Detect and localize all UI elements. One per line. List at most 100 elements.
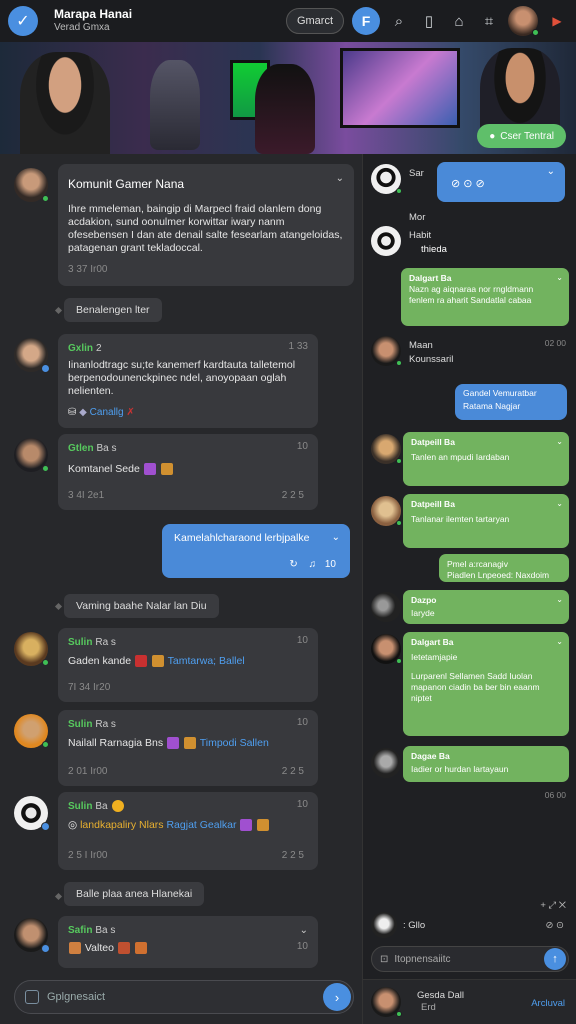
mention-link[interactable]: Tamtarwa; Ballel [168,655,245,667]
avatar[interactable] [371,592,401,622]
side-item-name: Sar [409,168,424,179]
timestamp-top: 10 [296,717,308,728]
send-button[interactable]: › [323,983,351,1011]
mention-link[interactable]: Timpodi Sallen [200,737,269,749]
online-status-icon [532,29,539,36]
avatar[interactable] [371,434,402,464]
avatar[interactable] [371,748,401,778]
avatar[interactable] [371,164,402,194]
side-blue-bubble[interactable]: ⊘ ⊙ ⊘ ⌄ [437,162,565,202]
message-bubble[interactable]: Gtlen Ba s Komtanel Sede 3 4I 2e1 2 2 5 … [58,434,318,510]
side-item-text: Kounssaril [409,354,454,365]
bubble-title: Dagae Ba [411,751,450,761]
side-green-bubble[interactable]: Dazpo Iaryde ⌄ [403,590,569,624]
avatar[interactable] [371,496,402,526]
side-send-button[interactable]: ↑ [544,948,566,970]
banner-gamer-icon [255,64,315,154]
flag-icon[interactable]: ▶ [546,10,568,32]
fire-emoji-icon [183,737,196,750]
group-post-card[interactable]: Komunit Gamer Nana Ihre mmeleman, baingi… [58,164,354,286]
chevron-down-icon[interactable]: ⌄ [556,498,563,509]
home-icon[interactable]: ⌂ [448,10,470,32]
search-icon[interactable]: ⌕ [388,10,410,32]
banner-action-button[interactable]: ● Cser Tentral [477,124,566,148]
avatar[interactable] [14,338,50,373]
side-green-bubble[interactable]: Pmel a:rcanagiv Piadlen Lnpeoed: Naxdoim [439,554,569,582]
outgoing-message-bubble[interactable]: Kamelahlcharaond lerbjpalke ↻ ♫ 10 ⌄ [162,524,350,578]
avatar[interactable] [14,632,49,666]
bubble-text: Iadier or hurdan lartayaun [411,764,509,774]
side-blue-bubble[interactable]: Gandel Vemuratbar Ratama Nagjar [455,384,567,420]
side-green-bubble[interactable]: Datpeill Ba Tanlanar ilemten tartaryan ⌄ [403,494,569,548]
online-status-icon [396,458,402,464]
attach-icon[interactable] [25,990,39,1004]
side-toolbar-icons: + ⤢ ✕ [540,900,566,911]
bubble-text: Tanlen an mpudi Iardaban [411,452,510,462]
avatar[interactable] [371,912,397,938]
timestamp: 2 01 Ir00 [68,766,108,777]
bubble-text: Tanlanar ilemten tartaryan [411,514,510,524]
sender-tag: Ra s [95,637,116,648]
verified-icon [41,364,50,373]
bubble-text: Ratama Nagjar [463,401,521,411]
new-action-button[interactable]: F [352,7,380,35]
timestamp-right: 2 2 5 [281,850,304,861]
side-item-name: Mor [409,212,426,223]
mention-link[interactable]: Ragjat Gealkar [166,819,236,831]
chevron-down-icon[interactable]: ⌄ [332,532,340,543]
online-status-icon [42,659,49,666]
settings-icon[interactable]: ⌗ [478,10,500,32]
footer-sub: Erd [421,1002,436,1013]
avatar[interactable] [14,438,49,472]
bookmark-icon[interactable]: ▯ [418,10,440,32]
timestamp-top: 10 [296,441,308,452]
bubble-title: Dalgart Ba [409,273,452,283]
chevron-down-icon[interactable]: ⌄ [556,272,563,283]
side-input[interactable]: ⊡ Itopnensaiitc ↑ [371,946,569,972]
chevron-down-icon[interactable]: ⌄ [556,636,563,647]
avatar[interactable] [371,634,402,664]
side-green-bubble[interactable]: Dalgart Ba Ietetamjapie Lurparenl Sellam… [403,632,569,736]
reaction-label: Canallg [89,407,124,418]
bubble-text: Iaryde [411,608,435,618]
avatar[interactable] [371,226,401,256]
chevron-down-icon[interactable]: ⌄ [556,436,563,447]
online-status-icon [42,465,49,472]
side-green-bubble[interactable]: Dalgart Ba Nazn ag aiqnaraa nor rngldman… [401,268,569,326]
footer-action-link[interactable]: Arcluval [531,998,565,1009]
banner-figure-icon [150,60,200,150]
avatar[interactable] [14,796,50,831]
message-bubble[interactable]: Sulin Ra s Gaden kande Tamtarwa; Ballel … [58,628,318,702]
message-meta: 10 [324,559,336,570]
avatar[interactable] [14,168,49,202]
avatar[interactable] [14,714,49,748]
side-green-bubble[interactable]: Datpeill Ba Tanlen an mpudi Iardaban ⌄ [403,432,569,486]
divider-icon [54,602,63,611]
side-green-bubble[interactable]: Dagae Ba Iadier or hurdan lartayaun [403,746,569,782]
chevron-down-icon[interactable]: ⌄ [547,166,555,177]
online-status-icon [396,658,402,664]
purple-star-icon [167,737,180,750]
app-title: Marapa Hanai [54,7,133,21]
message-bubble[interactable]: Sulin Ra s Nailall Rarnagia Bns Timpodi … [58,710,318,786]
chevron-down-icon[interactable]: ⌄ [300,924,308,937]
chevron-down-icon[interactable]: ⌄ [556,594,563,605]
message-composer[interactable]: Gplgnesaict › [14,980,354,1014]
timestamp: 2 5 I Ir00 [68,850,108,861]
timestamp-right: 2 2 5 [281,490,304,501]
avatar[interactable] [371,336,402,366]
gamepad-icon: ● [489,130,496,142]
search-pill-button[interactable]: Gmarct [285,8,344,34]
side-actions[interactable]: ⊘ ⊙ [545,920,564,931]
chevron-down-icon[interactable]: ⌄ [336,172,344,185]
banner-button-label: Cser Tentral [500,130,554,142]
online-status-icon [396,1011,402,1017]
message-bubble[interactable]: Sulin Ba ◎ landkapaliry Nlars Ragjat Gea… [58,792,318,870]
user-avatar[interactable] [508,6,539,36]
avatar[interactable] [14,918,50,953]
message-bubble[interactable]: Safin Ba s Valteo ⌄ 10 [58,916,318,968]
message-bubble[interactable]: Gxlin 2 Iinanlodtragc su;te kanemerf kar… [58,334,318,428]
message-text: Nailall Rarnagia Bns [68,737,164,749]
avatar[interactable] [371,987,402,1017]
app-logo-icon[interactable]: ✓ [8,6,38,36]
